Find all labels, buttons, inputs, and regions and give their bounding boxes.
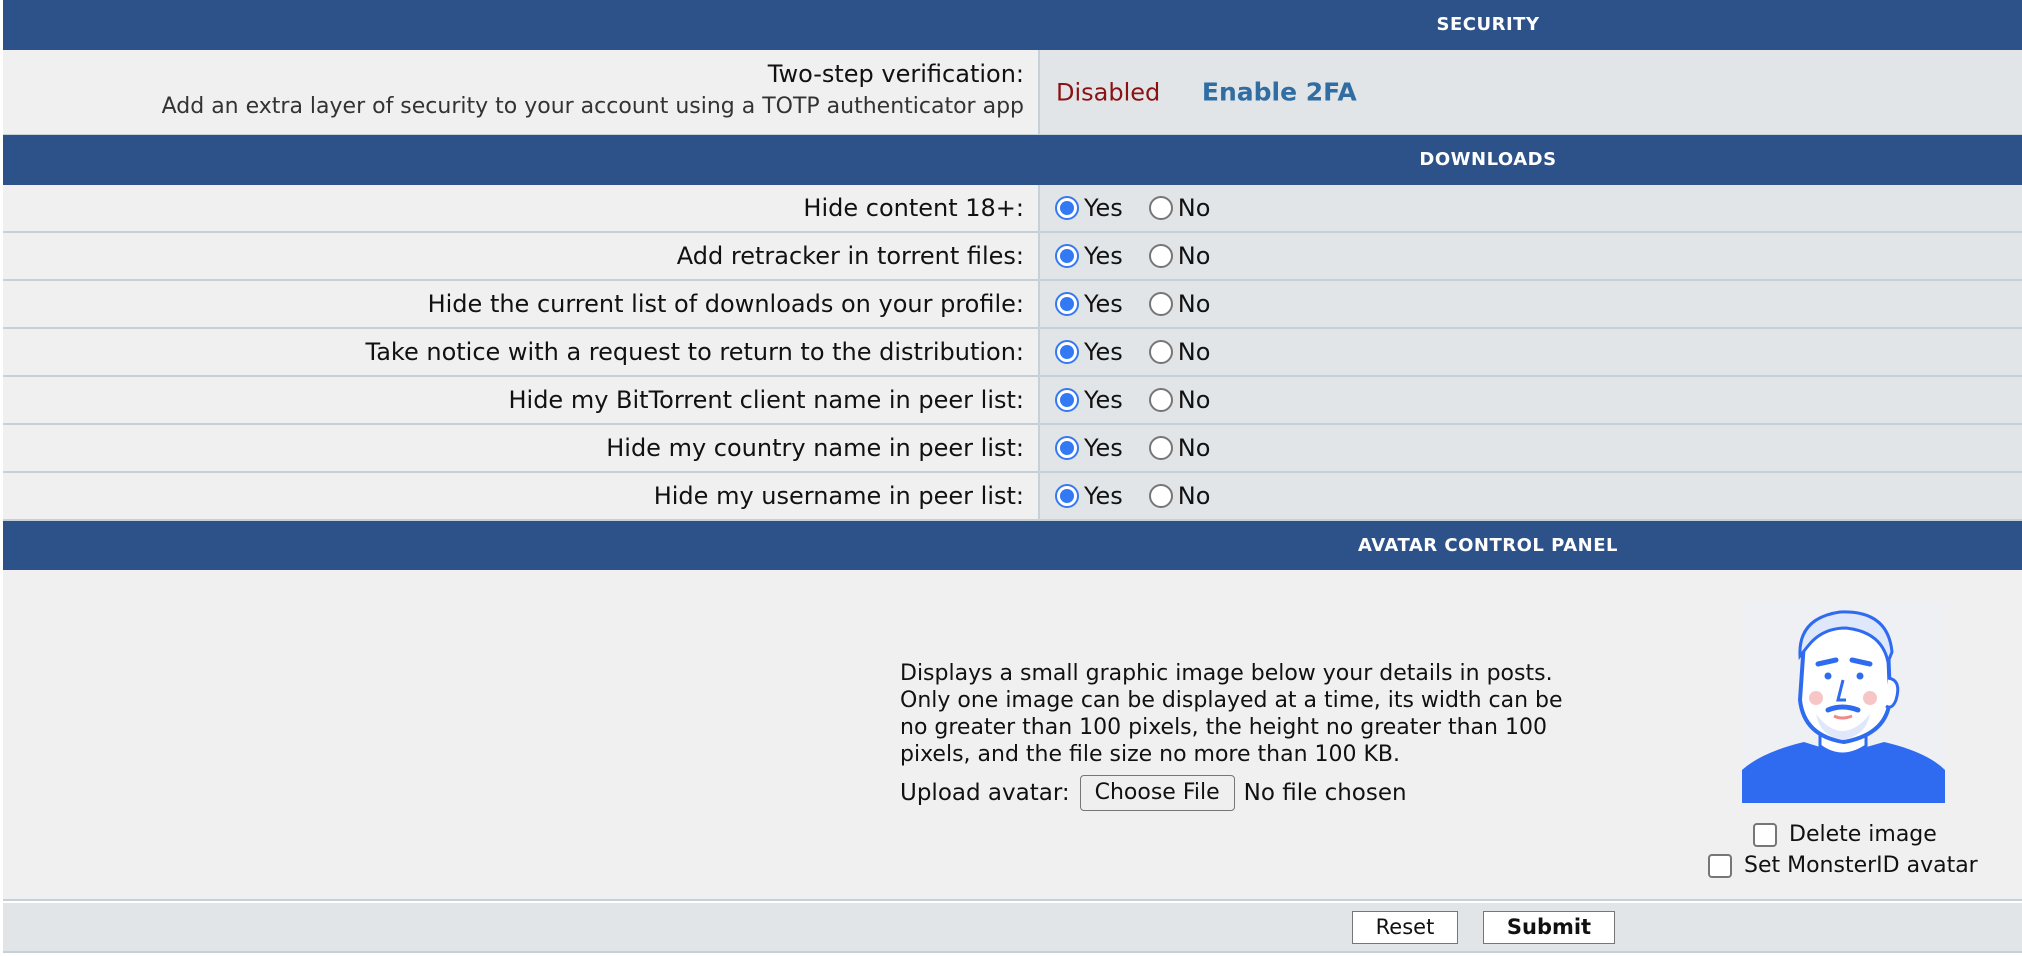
reset-button[interactable]: Reset xyxy=(1352,911,1458,944)
radio-no-label[interactable]: No xyxy=(1178,338,1211,366)
profile-settings-form: SECURITY Two-step verification: Add an e… xyxy=(3,0,2022,953)
radio-no[interactable] xyxy=(1148,196,1173,220)
radio-no-label[interactable]: No xyxy=(1178,290,1211,318)
avatar-panel: Displays a small graphic image below you… xyxy=(3,570,2022,901)
setting-label: Hide content 18+: xyxy=(803,194,1024,222)
yes-no-radio-group: Yes No xyxy=(1055,386,1210,414)
radio-yes-label[interactable]: Yes xyxy=(1084,338,1123,366)
yes-no-radio-group: Yes No xyxy=(1055,434,1210,462)
delete-image-row: Delete image xyxy=(1753,822,1937,847)
two-step-description: Add an extra layer of security to your a… xyxy=(161,94,1024,119)
security-title: SECURITY xyxy=(1436,14,1540,35)
two-step-status: Disabled xyxy=(1056,78,1161,107)
setting-label: Hide my country name in peer list: xyxy=(606,434,1024,462)
radio-yes[interactable] xyxy=(1055,388,1079,412)
download-row-hide-country-name: Hide my country name in peer list: Yes N… xyxy=(3,425,2022,473)
set-monsterid-row: Set MonsterID avatar xyxy=(1708,853,1978,878)
two-step-value-cell: Disabled Enable 2FA xyxy=(1040,50,2022,134)
radio-yes[interactable] xyxy=(1055,340,1079,364)
download-row-hide-content-18: Hide content 18+: Yes No xyxy=(3,185,2022,233)
setting-label: Add retracker in torrent files: xyxy=(676,242,1024,270)
yes-no-radio-group: Yes No xyxy=(1055,242,1210,270)
avatar-description: Displays a small graphic image below you… xyxy=(900,661,1563,767)
yes-no-radio-group: Yes No xyxy=(1055,482,1210,510)
radio-no[interactable] xyxy=(1148,292,1173,316)
download-row-take-notice: Take notice with a request to return to … xyxy=(3,329,2022,377)
radio-no[interactable] xyxy=(1148,244,1173,268)
upload-avatar-label: Upload avatar: xyxy=(900,780,1070,806)
radio-no-label[interactable]: No xyxy=(1178,386,1211,414)
submit-button[interactable]: Submit xyxy=(1483,911,1615,944)
set-monsterid-label[interactable]: Set MonsterID avatar xyxy=(1744,853,1978,878)
choose-file-button[interactable]: Choose File xyxy=(1079,775,1235,811)
setting-label: Hide my BitTorrent client name in peer l… xyxy=(508,386,1024,414)
radio-no[interactable] xyxy=(1148,436,1173,460)
download-row-add-retracker: Add retracker in torrent files: Yes No xyxy=(3,233,2022,281)
radio-yes-label[interactable]: Yes xyxy=(1084,386,1123,414)
radio-yes[interactable] xyxy=(1055,484,1079,508)
radio-no[interactable] xyxy=(1148,340,1173,364)
yes-no-radio-group: Yes No xyxy=(1055,338,1210,366)
no-file-chosen-text: No file chosen xyxy=(1243,780,1407,806)
download-row-hide-client-name: Hide my BitTorrent client name in peer l… xyxy=(3,377,2022,425)
two-step-label-cell: Two-step verification: Add an extra laye… xyxy=(3,50,1040,134)
set-monsterid-checkbox[interactable] xyxy=(1708,853,1732,878)
enable-2fa-link[interactable]: Enable 2FA xyxy=(1202,78,1357,107)
two-step-row: Two-step verification: Add an extra laye… xyxy=(3,50,2022,136)
security-section-header: SECURITY xyxy=(3,0,2022,50)
setting-label: Take notice with a request to return to … xyxy=(365,338,1024,366)
avatar-section-header: AVATAR CONTROL PANEL xyxy=(3,521,2022,571)
radio-yes-label[interactable]: Yes xyxy=(1084,194,1123,222)
radio-yes-label[interactable]: Yes xyxy=(1084,434,1123,462)
downloads-title: DOWNLOADS xyxy=(1419,149,1557,170)
setting-label: Hide my username in peer list: xyxy=(653,482,1024,510)
downloads-section-header: DOWNLOADS xyxy=(3,135,2022,185)
avatar-image xyxy=(1742,602,1945,803)
download-row-hide-username: Hide my username in peer list: Yes No xyxy=(3,473,2022,521)
upload-avatar-row: Upload avatar: Choose File No file chose… xyxy=(900,775,1407,811)
radio-yes-label[interactable]: Yes xyxy=(1084,290,1123,318)
radio-yes[interactable] xyxy=(1055,244,1079,268)
yes-no-radio-group: Yes No xyxy=(1055,290,1210,318)
delete-image-checkbox[interactable] xyxy=(1753,822,1777,847)
avatar-illustration-icon xyxy=(1742,602,1945,803)
radio-yes[interactable] xyxy=(1055,292,1079,316)
radio-yes[interactable] xyxy=(1055,196,1079,220)
form-footer: Reset Submit xyxy=(3,903,2022,953)
radio-no[interactable] xyxy=(1148,388,1173,412)
radio-yes[interactable] xyxy=(1055,436,1079,460)
setting-label: Hide the current list of downloads on yo… xyxy=(427,290,1024,318)
radio-no-label[interactable]: No xyxy=(1178,482,1211,510)
radio-no-label[interactable]: No xyxy=(1178,242,1211,270)
two-step-label: Two-step verification: xyxy=(767,60,1024,88)
avatar-title: AVATAR CONTROL PANEL xyxy=(1358,535,1618,556)
radio-no[interactable] xyxy=(1148,484,1173,508)
radio-yes-label[interactable]: Yes xyxy=(1084,242,1123,270)
radio-yes-label[interactable]: Yes xyxy=(1084,482,1123,510)
radio-no-label[interactable]: No xyxy=(1178,434,1211,462)
yes-no-radio-group: Yes No xyxy=(1055,194,1210,222)
delete-image-label[interactable]: Delete image xyxy=(1789,822,1937,847)
download-row-hide-downloads-list: Hide the current list of downloads on yo… xyxy=(3,281,2022,329)
radio-no-label[interactable]: No xyxy=(1178,194,1211,222)
